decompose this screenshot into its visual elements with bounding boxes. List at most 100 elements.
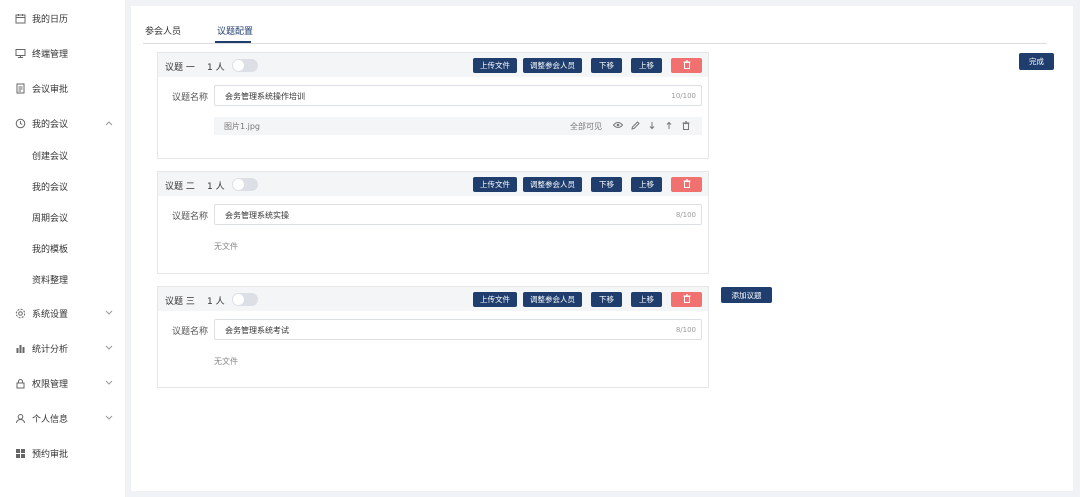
add-topic-button[interactable]: 添加议题 [721, 287, 772, 303]
bar-chart-icon [14, 342, 26, 354]
move-down-button[interactable]: 下移 [591, 292, 622, 307]
file-permission[interactable]: 全部可见 [570, 121, 602, 132]
move-up-button[interactable]: 上移 [631, 58, 662, 73]
sidebar-item-label: 预约审批 [32, 449, 69, 460]
chevron-down-icon [105, 414, 113, 423]
topic-card-3: 议题 三 1 人 上传文件 调整参会人员 下移 上移 议题名称 会务管理系统考试… [157, 286, 709, 388]
submenu-item-materials[interactable]: 资料整理 [0, 266, 125, 292]
clock-icon [14, 117, 26, 129]
adjust-participants-button[interactable]: 调整参会人员 [523, 177, 582, 192]
sidebar-item-terminal[interactable]: 终端管理 [0, 38, 125, 68]
topic-name-value: 会务管理系统操作培训 [225, 92, 305, 101]
tab-bar: 参会人员 议题配置 [143, 18, 1047, 44]
calendar-icon [14, 12, 26, 24]
topic-name-input[interactable]: 会务管理系统考试 8/100 [214, 319, 702, 340]
sidebar-item-label: 我的会议 [32, 119, 69, 130]
sidebar-item-label: 统计分析 [32, 344, 69, 355]
sidebar-item-my-meetings[interactable]: 我的会议 [0, 108, 125, 138]
submenu-item-my-templates[interactable]: 我的模板 [0, 235, 125, 261]
move-up-button[interactable]: 上移 [631, 177, 662, 192]
no-file-text: 无文件 [214, 357, 238, 366]
no-file-text: 无文件 [214, 242, 238, 251]
submenu-label: 资料整理 [32, 275, 69, 286]
topic-title: 议题 三 [165, 297, 195, 307]
topic-card-1: 议题 一 1 人 上传文件 调整参会人员 下移 上移 议题名称 会务管理系统操作… [157, 52, 709, 159]
topic-name-value: 会务管理系统实操 [225, 211, 289, 220]
user-icon [14, 412, 26, 424]
delete-topic-button[interactable] [671, 58, 702, 73]
sidebar-item-permissions[interactable]: 权限管理 [0, 368, 125, 398]
tab-participants[interactable]: 参会人员 [145, 24, 181, 37]
tab-topic-config[interactable]: 议题配置 [217, 24, 253, 37]
sidebar-item-approval[interactable]: 会议审批 [0, 73, 125, 103]
upload-file-button[interactable]: 上传文件 [473, 58, 517, 73]
toggle-knob [233, 294, 244, 305]
arrow-up-icon[interactable] [663, 119, 675, 131]
topic-name-value: 会务管理系统考试 [225, 326, 289, 335]
sidebar-item-settings[interactable]: 系统设置 [0, 298, 125, 328]
file-name: 图片1.jpg [224, 122, 261, 131]
adjust-participants-button[interactable]: 调整参会人员 [523, 292, 582, 307]
trash-icon [683, 60, 691, 71]
adjust-participants-button[interactable]: 调整参会人员 [523, 58, 582, 73]
move-down-button[interactable]: 下移 [591, 177, 622, 192]
participant-count: 1 人 [207, 297, 225, 307]
sidebar-item-label: 权限管理 [32, 379, 69, 390]
sidebar: 我的日历 终端管理 会议审批 我的会议 创建会议 我的会议 周期会议 我的模板 … [0, 0, 125, 497]
topic-card-header: 议题 一 1 人 上传文件 调整参会人员 下移 上移 [158, 53, 708, 77]
main-panel: 参会人员 议题配置 完成 议题 一 1 人 上传文件 调整参会人员 下移 上移 … [131, 6, 1073, 491]
done-button[interactable]: 完成 [1019, 53, 1054, 70]
move-down-button[interactable]: 下移 [591, 58, 622, 73]
lock-icon [14, 377, 26, 389]
char-counter: 8/100 [675, 211, 696, 219]
trash-icon[interactable] [680, 119, 692, 131]
sidebar-item-statistics[interactable]: 统计分析 [0, 333, 125, 363]
sidebar-item-label: 终端管理 [32, 49, 69, 60]
toggle-knob [233, 60, 244, 71]
topic-title: 议题 二 [165, 182, 195, 192]
submenu-item-create-meeting[interactable]: 创建会议 [0, 142, 125, 168]
submenu-item-my-meetings[interactable]: 我的会议 [0, 173, 125, 199]
monitor-icon [14, 47, 26, 59]
upload-file-button[interactable]: 上传文件 [473, 177, 517, 192]
trash-icon [683, 179, 691, 190]
sidebar-item-label: 我的日历 [32, 14, 69, 25]
sidebar-item-booking-approval[interactable]: 预约审批 [0, 438, 125, 468]
topic-toggle[interactable] [232, 59, 258, 72]
sidebar-item-label: 系统设置 [32, 309, 69, 320]
topic-name-label: 议题名称 [172, 327, 209, 337]
trash-icon [683, 294, 691, 305]
topic-name-input[interactable]: 会务管理系统实操 8/100 [214, 204, 702, 225]
topic-card-header: 议题 二 1 人 上传文件 调整参会人员 下移 上移 [158, 172, 708, 196]
toggle-knob [233, 179, 244, 190]
submenu-label: 我的模板 [32, 244, 69, 255]
topic-title: 议题 一 [165, 63, 195, 73]
submenu-label: 我的会议 [32, 182, 69, 193]
topic-card-header: 议题 三 1 人 上传文件 调整参会人员 下移 上移 [158, 287, 708, 311]
submenu-label: 周期会议 [32, 213, 69, 224]
upload-file-button[interactable]: 上传文件 [473, 292, 517, 307]
sidebar-item-label: 个人信息 [32, 414, 69, 425]
participant-count: 1 人 [207, 182, 225, 192]
chevron-down-icon [105, 344, 113, 353]
move-up-button[interactable]: 上移 [631, 292, 662, 307]
chevron-down-icon [105, 379, 113, 388]
topic-name-label: 议题名称 [172, 212, 209, 222]
delete-topic-button[interactable] [671, 177, 702, 192]
sidebar-item-calendar[interactable]: 我的日历 [0, 3, 125, 33]
eye-icon[interactable] [612, 119, 624, 131]
topic-toggle[interactable] [232, 178, 258, 191]
topic-name-input[interactable]: 会务管理系统操作培训 10/100 [214, 85, 702, 106]
submenu-label: 创建会议 [32, 151, 69, 162]
sidebar-item-profile[interactable]: 个人信息 [0, 403, 125, 433]
submenu-item-recurring-meetings[interactable]: 周期会议 [0, 204, 125, 230]
arrow-down-icon[interactable] [646, 119, 658, 131]
char-counter: 8/100 [675, 326, 696, 334]
grid-icon [14, 447, 26, 459]
topic-toggle[interactable] [232, 293, 258, 306]
edit-icon[interactable] [629, 119, 641, 131]
gear-icon [14, 307, 26, 319]
topic-card-2: 议题 二 1 人 上传文件 调整参会人员 下移 上移 议题名称 会务管理系统实操… [157, 171, 709, 274]
document-icon [14, 82, 26, 94]
delete-topic-button[interactable] [671, 292, 702, 307]
